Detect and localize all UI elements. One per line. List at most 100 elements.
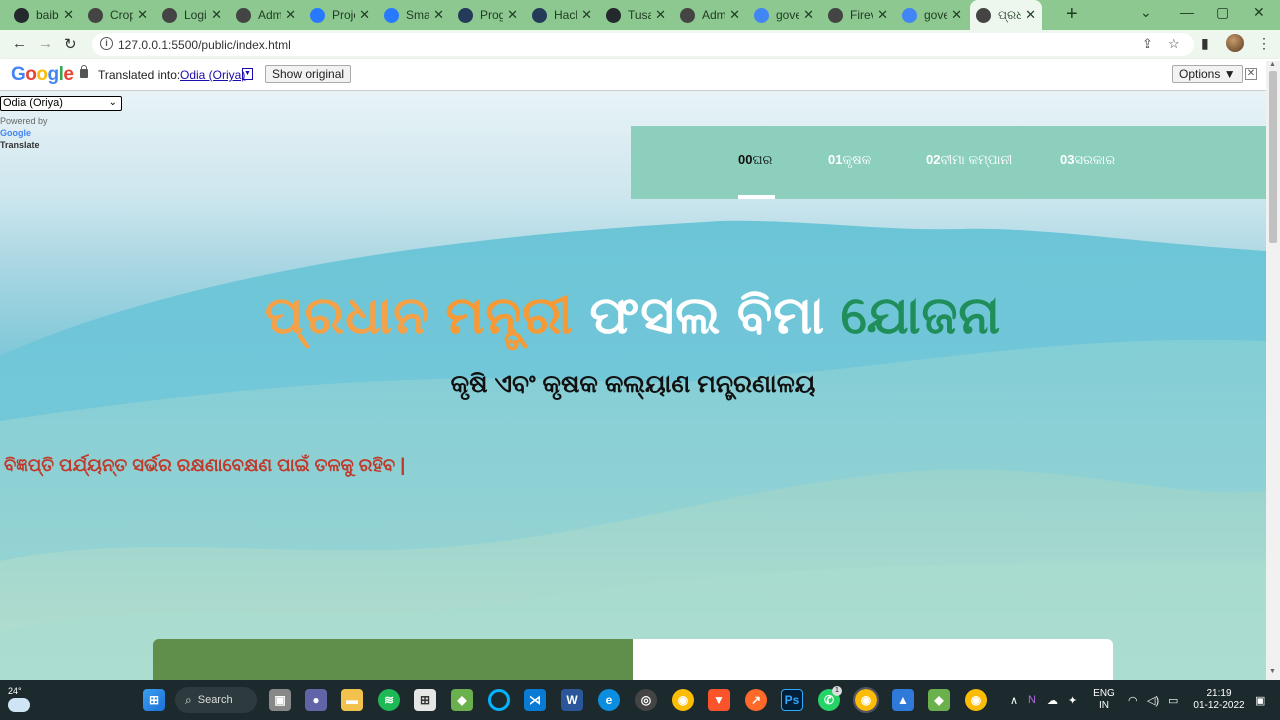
scroll-up-icon[interactable]: ▲ (1269, 61, 1276, 68)
close-tab-icon[interactable]: ✕ (137, 7, 148, 23)
chrome-icon[interactable]: ◉ (672, 689, 694, 711)
close-window-button[interactable]: ✕ (1253, 4, 1265, 21)
browser-tab[interactable]: Adm ✕ (674, 2, 746, 28)
notification-icon[interactable]: ▣ (1255, 694, 1265, 707)
nav-item-home[interactable]: 00ଘର (738, 152, 772, 168)
clock[interactable]: 21:19 01-12-2022 (1188, 688, 1250, 712)
language-indicator[interactable]: ENG IN (1092, 688, 1116, 712)
url-input[interactable]: i 127.0.0.1:5500/public/index.html ⇪ ☆ (92, 33, 1194, 56)
tab-search-icon[interactable]: ⌄ (1140, 4, 1152, 21)
close-tab-icon[interactable]: ✕ (1025, 7, 1036, 23)
edge-icon[interactable]: e (598, 689, 620, 711)
browser-tab[interactable]: Adm ✕ (230, 2, 302, 28)
browser-tab[interactable]: Login ✕ (156, 2, 228, 28)
google-small-logo[interactable]: Google (0, 127, 48, 139)
close-tab-icon[interactable]: ✕ (655, 7, 666, 23)
translate-select-value: Odia (Oriya) (3, 97, 63, 109)
browser-tab[interactable]: Tusa ✕ (600, 2, 672, 28)
chrome-profile-icon[interactable]: ◉ (965, 689, 987, 711)
new-tab-button[interactable]: + (1066, 3, 1078, 26)
translate-language-select[interactable]: Odia (Oriya) ⌄ (0, 96, 122, 111)
google-icon (902, 7, 917, 23)
cortana-icon[interactable] (488, 689, 510, 711)
scrollbar-thumb[interactable] (1269, 71, 1277, 243)
close-tab-icon[interactable]: ✕ (285, 7, 296, 23)
close-tab-icon[interactable]: ✕ (433, 7, 444, 23)
github-desktop-icon[interactable]: ◎ (635, 689, 657, 711)
git-bash-icon[interactable]: ◆ (928, 689, 950, 711)
browser-tab[interactable]: Smar✕ (378, 2, 450, 28)
browser-tab[interactable]: ପ୍ରଧା ✕ (970, 0, 1042, 30)
spotify-icon[interactable]: ≋ (378, 689, 400, 711)
close-tab-icon[interactable]: ✕ (951, 7, 962, 23)
forward-button[interactable]: → (38, 35, 53, 52)
browser-tab[interactable]: Crop ✕ (82, 2, 154, 28)
language-dropdown-icon[interactable]: ▼ (242, 68, 253, 80)
browser-tab[interactable]: gove ✕ (896, 2, 968, 28)
dropbox-tray-icon[interactable]: ✦ (1068, 694, 1077, 707)
windows-start-icon[interactable]: ⊞ (143, 689, 165, 711)
battery-icon[interactable]: ▭ (1168, 694, 1178, 707)
microsoft-store-icon[interactable]: ⊞ (414, 689, 436, 711)
close-tab-icon[interactable]: ✕ (581, 7, 592, 23)
address-bar: ← → ↻ i 127.0.0.1:5500/public/index.html… (0, 30, 1280, 59)
wifi-icon[interactable]: ◠ (1128, 694, 1138, 707)
page-scrollbar[interactable]: ▲ ▼ (1266, 61, 1280, 680)
back-button[interactable]: ← (12, 35, 27, 52)
browser-tab[interactable]: Proje ✕ (304, 2, 376, 28)
bookmark-star-icon[interactable]: ☆ (1168, 36, 1180, 52)
reload-button[interactable]: ↻ (64, 35, 77, 53)
side-panel-icon[interactable]: ▮ (1201, 35, 1209, 52)
translated-language-link[interactable]: Odia (Oriya) (180, 68, 245, 82)
close-tab-icon[interactable]: ✕ (211, 7, 222, 23)
show-original-button[interactable]: Show original (265, 65, 352, 83)
options-button[interactable]: Options ▼ (1172, 65, 1243, 83)
browser-tab[interactable]: Prog ✕ (452, 2, 524, 28)
nav-item-insurance-company[interactable]: 02ବୀମା କମ୍ପାନୀ (926, 152, 1012, 168)
tab-title: Smar (406, 8, 430, 22)
profile-avatar[interactable] (1226, 34, 1244, 52)
taskbar-search[interactable]: ⌕ Search (175, 687, 257, 713)
close-tab-icon[interactable]: ✕ (63, 7, 74, 23)
teams-chat-icon[interactable]: ● (305, 689, 327, 711)
browser-tab[interactable]: baibi ✕ (8, 2, 80, 28)
close-tab-icon[interactable]: ✕ (803, 7, 814, 23)
tab-title: Adm (702, 8, 726, 22)
photoshop-icon[interactable]: Ps (781, 689, 803, 711)
nav-item-farmer[interactable]: 01କୃଷକ (828, 152, 871, 168)
brave-icon[interactable]: ▼ (708, 689, 730, 711)
show-hidden-icons-chevron[interactable]: ∧ (1010, 694, 1018, 707)
volume-icon[interactable]: ◁) (1147, 694, 1159, 707)
page-viewport: Odia (Oriya) ⌄ Powered by Google Transla… (0, 91, 1266, 680)
close-tab-icon[interactable]: ✕ (877, 7, 888, 23)
close-translate-bar-icon[interactable]: ✕ (1245, 68, 1257, 80)
minimize-button[interactable]: — (1180, 4, 1194, 20)
c-icon (384, 7, 399, 23)
browser-tab[interactable]: gove ✕ (748, 2, 820, 28)
nav-item-government[interactable]: 03ସରକାର (1060, 152, 1115, 168)
menu-kebab-icon[interactable]: ⋮ (1257, 35, 1271, 52)
postman-icon[interactable]: ↗ (745, 689, 767, 711)
file-explorer-icon[interactable]: ▬ (341, 689, 363, 711)
onedrive-tray-icon[interactable]: ☁ (1047, 694, 1058, 707)
photos-icon[interactable]: ▲ (892, 689, 914, 711)
close-tab-icon[interactable]: ✕ (359, 7, 370, 23)
browser-tab[interactable]: Firev ✕ (822, 2, 894, 28)
vscode-icon[interactable]: ⋊ (524, 689, 546, 711)
close-tab-icon[interactable]: ✕ (507, 7, 518, 23)
word-icon[interactable]: W (561, 689, 583, 711)
chrome-active-icon[interactable]: ◉ (853, 687, 879, 713)
translate-link[interactable]: Translate (0, 139, 48, 151)
weather-widget[interactable]: 24° (8, 686, 30, 712)
google-translate-bar: Google Translated into: Odia (Oriya) ▼ S… (0, 59, 1280, 91)
close-tab-icon[interactable]: ✕ (729, 7, 740, 23)
browser-tab[interactable]: Hack ✕ (526, 2, 598, 28)
git-app-icon[interactable]: ◆ (451, 689, 473, 711)
onenote-tray-icon[interactable]: N (1028, 694, 1036, 706)
scroll-down-icon[interactable]: ▼ (1269, 668, 1276, 675)
task-view-icon[interactable]: ▣ (269, 689, 291, 711)
site-info-icon[interactable]: i (100, 37, 113, 50)
tab-title: Proje (332, 8, 355, 22)
share-icon[interactable]: ⇪ (1142, 36, 1153, 52)
maximize-button[interactable]: ▢ (1216, 4, 1229, 21)
